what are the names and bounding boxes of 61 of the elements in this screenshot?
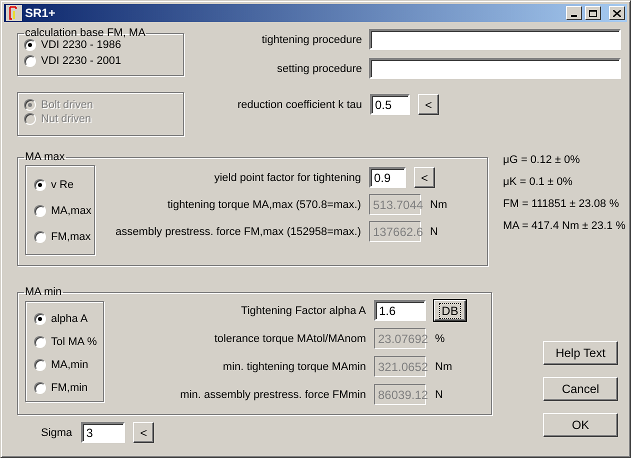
radio-button[interactable] — [34, 358, 46, 371]
window-title: SR1+ — [25, 6, 56, 20]
radio-label[interactable]: Tol MA % — [51, 336, 97, 348]
close-button[interactable] — [609, 6, 625, 20]
input-field[interactable]: 0.5 — [370, 94, 410, 115]
field-label: Tightening Factor alpha A — [240, 304, 366, 316]
radio-label[interactable]: alpha A — [51, 313, 88, 326]
input-field[interactable]: 0.9 — [369, 167, 406, 188]
radio-label[interactable]: FM,max — [51, 231, 91, 243]
unit-label: N — [430, 226, 438, 238]
radio-label[interactable]: v Re — [51, 179, 74, 191]
dialog-button[interactable]: Help Text — [543, 341, 618, 365]
result-text: FM = 111851 ± 23.08 % — [503, 198, 620, 210]
close-icon — [613, 10, 621, 16]
unit-label: Nm — [435, 360, 452, 372]
field-label: assembly prestress. force FM,max (152958=max.) — [114, 226, 361, 238]
minimize-button[interactable] — [566, 6, 582, 20]
maximize-button[interactable] — [585, 6, 601, 20]
radio-button[interactable] — [34, 313, 46, 326]
field-label: tolerance torque MAtol/MAnom — [213, 332, 366, 344]
field-label: tightening procedure — [260, 34, 362, 46]
radio-label[interactable]: VDI 2230 - 1986 — [41, 39, 122, 51]
result-text: μG = 0.12 ± 0% — [503, 154, 581, 166]
field-label: Sigma — [41, 426, 72, 438]
field-label: tightening torque MA,max (570.8=max.) — [166, 198, 361, 210]
input-field[interactable] — [369, 58, 621, 79]
dialog-button[interactable]: OK — [543, 413, 618, 437]
field-label: min. tightening torque MAmin — [222, 360, 366, 372]
input-field[interactable] — [369, 29, 621, 50]
button[interactable]: < — [414, 167, 435, 188]
radio-label[interactable]: MA,min — [51, 358, 88, 371]
field-label: setting procedure — [276, 62, 362, 74]
radio-button[interactable] — [24, 55, 36, 67]
maximize-icon — [589, 10, 597, 16]
radio-button[interactable] — [34, 231, 46, 243]
app-icon — [6, 5, 22, 21]
field-label: reduction coefficient k tau — [236, 98, 362, 110]
result-text: μK = 0.1 ± 0% — [503, 176, 574, 188]
input-field[interactable]: 1.6 — [374, 300, 426, 321]
radio-button[interactable] — [34, 205, 46, 217]
radio-label[interactable]: VDI 2230 - 2001 — [41, 55, 122, 67]
result-text: MA = 417.4 Nm ± 23.1 % — [503, 220, 626, 232]
unit-label: N — [435, 388, 443, 400]
unit-label: % — [435, 332, 445, 344]
radio-button[interactable] — [24, 39, 36, 51]
field-label: min. assembly prestress. force FMmin — [179, 388, 366, 400]
field-label: yield point factor for tightening — [213, 172, 361, 184]
unit-label: Nm — [430, 198, 448, 210]
radio-label[interactable]: FM,min — [51, 382, 88, 394]
group-legend: MA max — [24, 151, 66, 163]
radio-button[interactable] — [34, 336, 46, 348]
dialog-button[interactable]: Cancel — [543, 377, 618, 401]
button[interactable]: < — [418, 94, 439, 115]
group-legend: calculation base FM, MA — [24, 27, 146, 39]
radio-button[interactable] — [34, 382, 46, 394]
radio-label[interactable]: MA,max — [51, 205, 92, 217]
radio-button[interactable] — [34, 179, 46, 191]
button[interactable]: DB — [434, 300, 466, 321]
input-field[interactable]: 3 — [81, 422, 126, 443]
button[interactable]: < — [133, 422, 154, 443]
group-legend: MA min — [24, 286, 63, 298]
